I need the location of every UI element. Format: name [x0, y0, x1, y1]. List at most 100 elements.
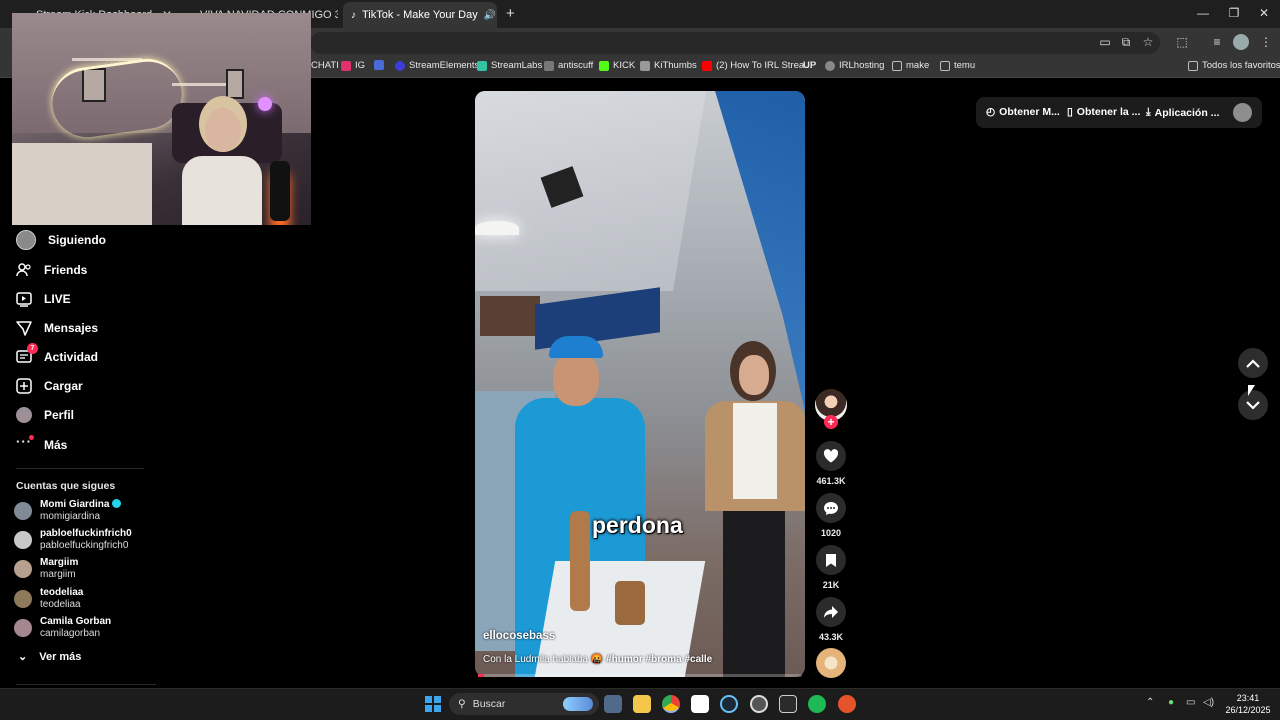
activity-badge: 7 [27, 343, 38, 354]
video-description: Con la Ludmila hablaba 🤬 #humor #broma #… [483, 654, 712, 665]
bookmark-star-icon[interactable]: ☆ [1140, 34, 1156, 50]
minimize-button[interactable]: — [1193, 6, 1213, 20]
bookmark-irlhosting[interactable]: IRLhosting [825, 60, 884, 71]
followed-account[interactable]: Margiim margiim [14, 557, 78, 581]
bookmark-antiscuff[interactable]: antiscuff [544, 60, 593, 71]
instagram-icon [341, 60, 351, 71]
audio-playing-icon[interactable]: 🔊 [484, 10, 496, 21]
desktop-app-label: Aplicación ... [1154, 106, 1220, 119]
windows-start-icon[interactable] [425, 696, 441, 712]
music-disc-icon[interactable] [816, 648, 846, 678]
sidebar-item-more[interactable]: ··· Más [16, 435, 67, 453]
bookmark-folder-make[interactable]: make [892, 60, 929, 71]
address-bar[interactable] [310, 32, 1160, 54]
hashtags[interactable]: #humor #broma #calle [606, 654, 712, 665]
video-progress-track[interactable] [478, 674, 802, 677]
new-tab-button[interactable]: + [506, 5, 515, 22]
bookmark-kick[interactable]: KICK [599, 60, 635, 71]
bookmark-streamelements[interactable]: StreamElements [395, 60, 479, 71]
get-coins-button[interactable]: ◴ Obtener M... [986, 106, 1060, 118]
task-view-icon[interactable] [604, 695, 622, 713]
folder-icon [892, 60, 902, 71]
bookmark-kithumbs[interactable]: KiThumbs [640, 60, 697, 71]
video-man-cap [549, 336, 603, 358]
live-icon [16, 291, 32, 307]
chevron-up-icon [1246, 358, 1260, 368]
streamlabs-app-icon[interactable] [838, 695, 856, 713]
like-button[interactable] [816, 441, 846, 471]
sidebar-item-profile[interactable]: Perfil [16, 407, 74, 423]
followed-account[interactable]: pabloelfuckinfrich0 pabloelfuckingfrich0 [14, 528, 132, 552]
taskbar-clock[interactable]: 23:41 26/12/2025 [1222, 692, 1274, 716]
followed-account[interactable]: Camila Gorban camilagorban [14, 616, 111, 640]
spotify-icon[interactable] [808, 695, 826, 713]
epic-games-icon[interactable] [779, 695, 797, 713]
chevron-down-icon [1246, 400, 1260, 410]
sidebar-item-friends[interactable]: Friends [16, 262, 87, 278]
desktop-app-button[interactable]: ⤓ Aplicación ... [1146, 106, 1219, 119]
sidebar-item-label: Friends [44, 263, 88, 277]
sidebar-item-following[interactable]: Siguiendo [16, 230, 106, 250]
followed-account[interactable]: Momi Giardina momigiardina [14, 499, 122, 523]
webcam-overlay [12, 13, 311, 225]
obs-icon[interactable] [750, 695, 768, 713]
extensions-icon[interactable]: ⬚ [1174, 34, 1190, 50]
account-username: momigiardina [40, 511, 101, 522]
translate-icon[interactable]: ⧉ [1118, 34, 1134, 50]
bookmark-youtube-irl[interactable]: (2) How To IRL Strea... [702, 60, 812, 71]
start-tile [425, 705, 432, 712]
share-count: 43.3K [818, 632, 844, 642]
sidebar-item-label: Actividad [44, 350, 99, 364]
bookmark-up[interactable]: UP [803, 60, 816, 71]
steam-icon[interactable] [720, 695, 738, 713]
chart-icon [374, 60, 384, 70]
capcut-icon[interactable] [691, 695, 709, 713]
clock-date: 26/12/2025 [1225, 705, 1271, 715]
all-bookmarks[interactable]: Todos los favoritos [1188, 60, 1280, 71]
maximize-button[interactable]: ❐ [1224, 6, 1244, 20]
microphone-icon[interactable]: ● [1168, 697, 1174, 708]
search-highlight-icon [563, 697, 593, 711]
description-text: Con la Ludmila hablaba 🤬 [483, 654, 604, 665]
chrome-icon[interactable] [662, 695, 680, 713]
comment-button[interactable] [816, 493, 846, 523]
see-more-button[interactable]: ⌄ Ver más [18, 650, 81, 664]
previous-video-button[interactable] [1238, 348, 1268, 378]
user-avatar[interactable] [1233, 103, 1252, 122]
bookmark-streamlabs[interactable]: StreamLabs [477, 60, 542, 71]
share-button[interactable] [816, 597, 846, 627]
video-scene-woman [705, 341, 805, 677]
sidebar-item-live[interactable]: LIVE [16, 291, 71, 307]
follow-plus-icon[interactable]: + [824, 415, 838, 429]
media-control-icon[interactable]: ≡ [1209, 34, 1225, 50]
avatar [14, 531, 32, 549]
save-button[interactable] [816, 545, 846, 575]
verified-icon [112, 499, 122, 508]
sidebar-item-activity[interactable]: 7 Actividad [16, 343, 99, 365]
volume-icon[interactable]: ◁) [1203, 697, 1214, 708]
bookmark-ig[interactable]: IG [341, 60, 365, 71]
video-author[interactable]: ellocosebass [483, 630, 555, 642]
sidebar-item-label: LIVE [44, 292, 71, 306]
video-scene-lamp [475, 221, 519, 235]
followed-account[interactable]: teodeliaa teodeliaa [14, 587, 83, 611]
profile-avatar-icon[interactable] [1233, 34, 1249, 50]
menu-kebab-icon[interactable]: ⋮ [1258, 34, 1274, 50]
bookmark-analytics[interactable] [374, 60, 384, 70]
bookmark-chati[interactable]: CHATI [311, 60, 339, 71]
network-icon[interactable]: ▭ [1186, 697, 1195, 708]
tray-overflow-icon[interactable]: ⌃ [1146, 697, 1154, 708]
close-window-button[interactable]: ✕ [1254, 6, 1274, 20]
video-player[interactable] [475, 91, 805, 677]
bookmark-folder-temu[interactable]: temu [940, 60, 975, 71]
file-explorer-icon[interactable] [633, 695, 651, 713]
video-woman-pants [723, 506, 785, 677]
bookmark-label: IG [355, 60, 366, 71]
get-app-button[interactable]: ▯ Obtener la ... [1067, 106, 1140, 118]
tab-tiktok[interactable]: ♪TikTok - Make Your Day🔊✕ [343, 2, 497, 28]
cast-icon[interactable]: ▭ [1097, 34, 1113, 50]
sidebar-item-messages[interactable]: Mensajes [16, 320, 98, 336]
sidebar-item-upload[interactable]: Cargar [16, 378, 83, 394]
chevron-down-icon: ⌄ [18, 651, 28, 663]
taskbar-search[interactable]: ⚲ Buscar [449, 693, 599, 715]
